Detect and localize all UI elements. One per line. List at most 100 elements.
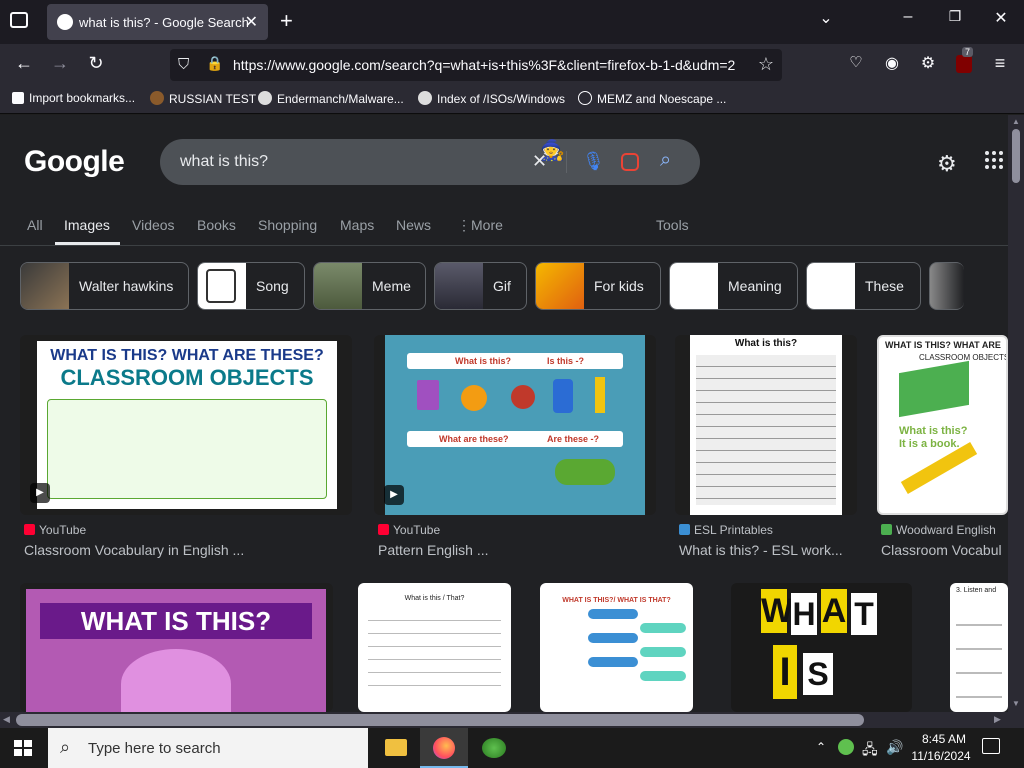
more-menu-icon[interactable]: ⋮ [457,217,471,234]
bookmark-endermanch[interactable]: Endermanch/Malware... [258,91,404,106]
tab-books[interactable]: Books [197,217,236,233]
tray-people-icon[interactable] [838,739,854,755]
result-thumbnail[interactable]: What is this? [675,335,857,515]
back-button[interactable]: ← [12,53,36,74]
lens-camera-icon[interactable] [621,153,639,171]
image-result[interactable]: 3. Listen and [950,583,1008,712]
bookmark-memz[interactable]: MEMZ and Noescape ... [578,91,726,106]
restore-button[interactable]: ❐ [942,8,968,25]
tab-images[interactable]: Images [64,217,110,233]
result-caption[interactable]: Classroom Vocabulary in English ... [24,542,344,558]
google-logo[interactable]: Google [24,145,125,179]
chip-for-kids[interactable]: For kids [535,262,661,310]
windows-start-icon[interactable] [14,740,32,756]
tab-tools[interactable]: Tools [656,217,689,233]
result-caption[interactable]: Pattern English ... [378,542,648,558]
tab-all[interactable]: All [27,217,43,233]
image-result[interactable]: WHAT IS THIS?/ WHAT IS THAT? [540,583,693,712]
chip-overflow[interactable] [929,262,964,310]
scroll-left-icon[interactable]: ◀ [3,714,10,725]
image-result[interactable]: WHAT IS THIS? [20,583,333,712]
result-caption[interactable]: What is this? - ESL work... [679,542,854,558]
result-thumbnail[interactable]: WHAT IS THIS?/ WHAT IS THAT? [540,583,693,712]
image-result[interactable]: WHAT IS THIS? WHAT ARE THESE? CLASSROOM … [20,335,352,560]
account-icon[interactable]: ◉ [880,53,904,73]
result-source[interactable]: YouTube [24,523,86,537]
image-result[interactable]: W H A T I S [731,583,912,712]
shield-icon[interactable]: ⛉ [178,56,189,73]
tab-more[interactable]: More [471,217,503,233]
url-bar[interactable]: ⛉ 🔒 https://www.google.com/search?q=what… [170,49,782,81]
chip-walter-hawkins[interactable]: Walter hawkins [20,262,189,310]
firefox-taskbar-button[interactable] [420,728,468,768]
chevron-down-icon[interactable]: ⌄ [813,8,839,28]
pocket-icon[interactable]: ♡ [844,53,868,71]
clock-time[interactable]: 8:45 AM [916,732,972,746]
minimize-button[interactable]: – [895,8,921,26]
chip-song[interactable]: Song [197,262,305,310]
chip-these[interactable]: These [806,262,921,310]
volume-icon[interactable]: 🔊 [886,739,903,756]
forward-button[interactable]: → [48,53,72,74]
scroll-up-icon[interactable]: ▲ [1012,117,1020,126]
extensions-icon[interactable]: ⚙ [916,53,940,73]
scroll-down-icon[interactable]: ▼ [1012,699,1020,708]
taskbar-search[interactable]: ⌕ Type here to search [48,728,368,768]
messenger-icon[interactable] [482,738,506,758]
search-box[interactable]: what is this? ✕ 🎙 ⌕ [160,139,700,185]
bookmarks-toolbar: Import bookmarks... RUSSIAN TEST Enderma… [0,84,1024,114]
settings-gear-icon[interactable]: ⚙ [937,151,957,177]
tab-shopping[interactable]: Shopping [258,217,317,233]
search-input[interactable]: what is this? [180,153,268,171]
google-apps-icon[interactable] [985,151,1003,169]
chip-gif[interactable]: Gif [434,262,527,310]
bookmark-russian-test[interactable]: RUSSIAN TEST [150,91,256,106]
result-source[interactable]: YouTube [378,523,440,537]
tab-videos[interactable]: Videos [132,217,175,233]
clock-date[interactable]: 11/16/2024 [908,749,974,763]
result-thumbnail[interactable]: WHAT IS THIS? WHAT ARE CLASSROOM OBJECTS… [877,335,1008,515]
lock-icon[interactable]: 🔒 [206,55,223,72]
result-source[interactable]: Woodward English [881,523,996,537]
result-source[interactable]: ESL Printables [679,523,773,537]
file-explorer-icon[interactable] [385,739,407,756]
bookmark-star-icon[interactable]: ☆ [758,54,774,75]
bookmark-import[interactable]: Import bookmarks... [12,91,135,105]
microphone-icon[interactable]: 🎙 [582,151,605,172]
scroll-right-icon[interactable]: ▶ [994,714,1001,725]
bookmark-isos[interactable]: Index of /ISOs/Windows [418,91,565,106]
tab-news[interactable]: News [396,217,431,233]
horizontal-scrollbar[interactable]: ◀ ▶ [0,712,1008,728]
image-result[interactable]: WHAT IS THIS? WHAT ARE CLASSROOM OBJECTS… [877,335,1008,560]
chip-meaning[interactable]: Meaning [669,262,798,310]
result-caption[interactable]: Classroom Vocabul [881,542,1008,558]
result-thumbnail[interactable]: 3. Listen and [950,583,1008,712]
vertical-scrollbar[interactable]: ▲ ▼ [1008,115,1024,712]
chip-meme[interactable]: Meme [313,262,426,310]
result-thumbnail[interactable]: WHAT IS THIS? WHAT ARE THESE? CLASSROOM … [20,335,352,515]
taskbar-search-placeholder[interactable]: Type here to search [88,740,221,757]
image-result[interactable]: What is this? Is this -? What are these?… [374,335,656,560]
url-text[interactable]: https://www.google.com/search?q=what+is+… [233,57,745,73]
menu-icon[interactable]: ≡ [988,53,1012,74]
new-tab-button[interactable]: + [280,8,293,34]
horizontal-scroll-thumb[interactable] [16,714,864,726]
tab-maps[interactable]: Maps [340,217,374,233]
result-thumbnail[interactable]: W H A T I S [731,583,912,712]
result-thumbnail[interactable]: What is this / That? [358,583,511,712]
ublock-extension-icon[interactable]: 7 [956,47,974,73]
tab-list-icon[interactable] [10,12,28,28]
result-thumbnail[interactable]: What is this? Is this -? What are these?… [374,335,656,515]
network-icon[interactable]: 🖧 [862,739,878,763]
image-result[interactable]: What is this / That? [358,583,511,712]
reload-button[interactable]: ↻ [84,53,108,74]
browser-tab[interactable]: what is this? - Google Search ✕ [47,4,268,40]
vertical-scroll-thumb[interactable] [1012,129,1020,183]
tray-overflow-icon[interactable]: ⌃ [816,740,826,754]
close-tab-icon[interactable]: ✕ [245,12,258,32]
image-result[interactable]: What is this? ESL Printables What is thi… [675,335,857,560]
close-window-button[interactable]: ✕ [988,8,1014,28]
result-thumbnail[interactable]: WHAT IS THIS? [20,583,333,712]
notification-icon[interactable] [982,738,1000,754]
search-icon[interactable]: ⌕ [660,149,671,172]
